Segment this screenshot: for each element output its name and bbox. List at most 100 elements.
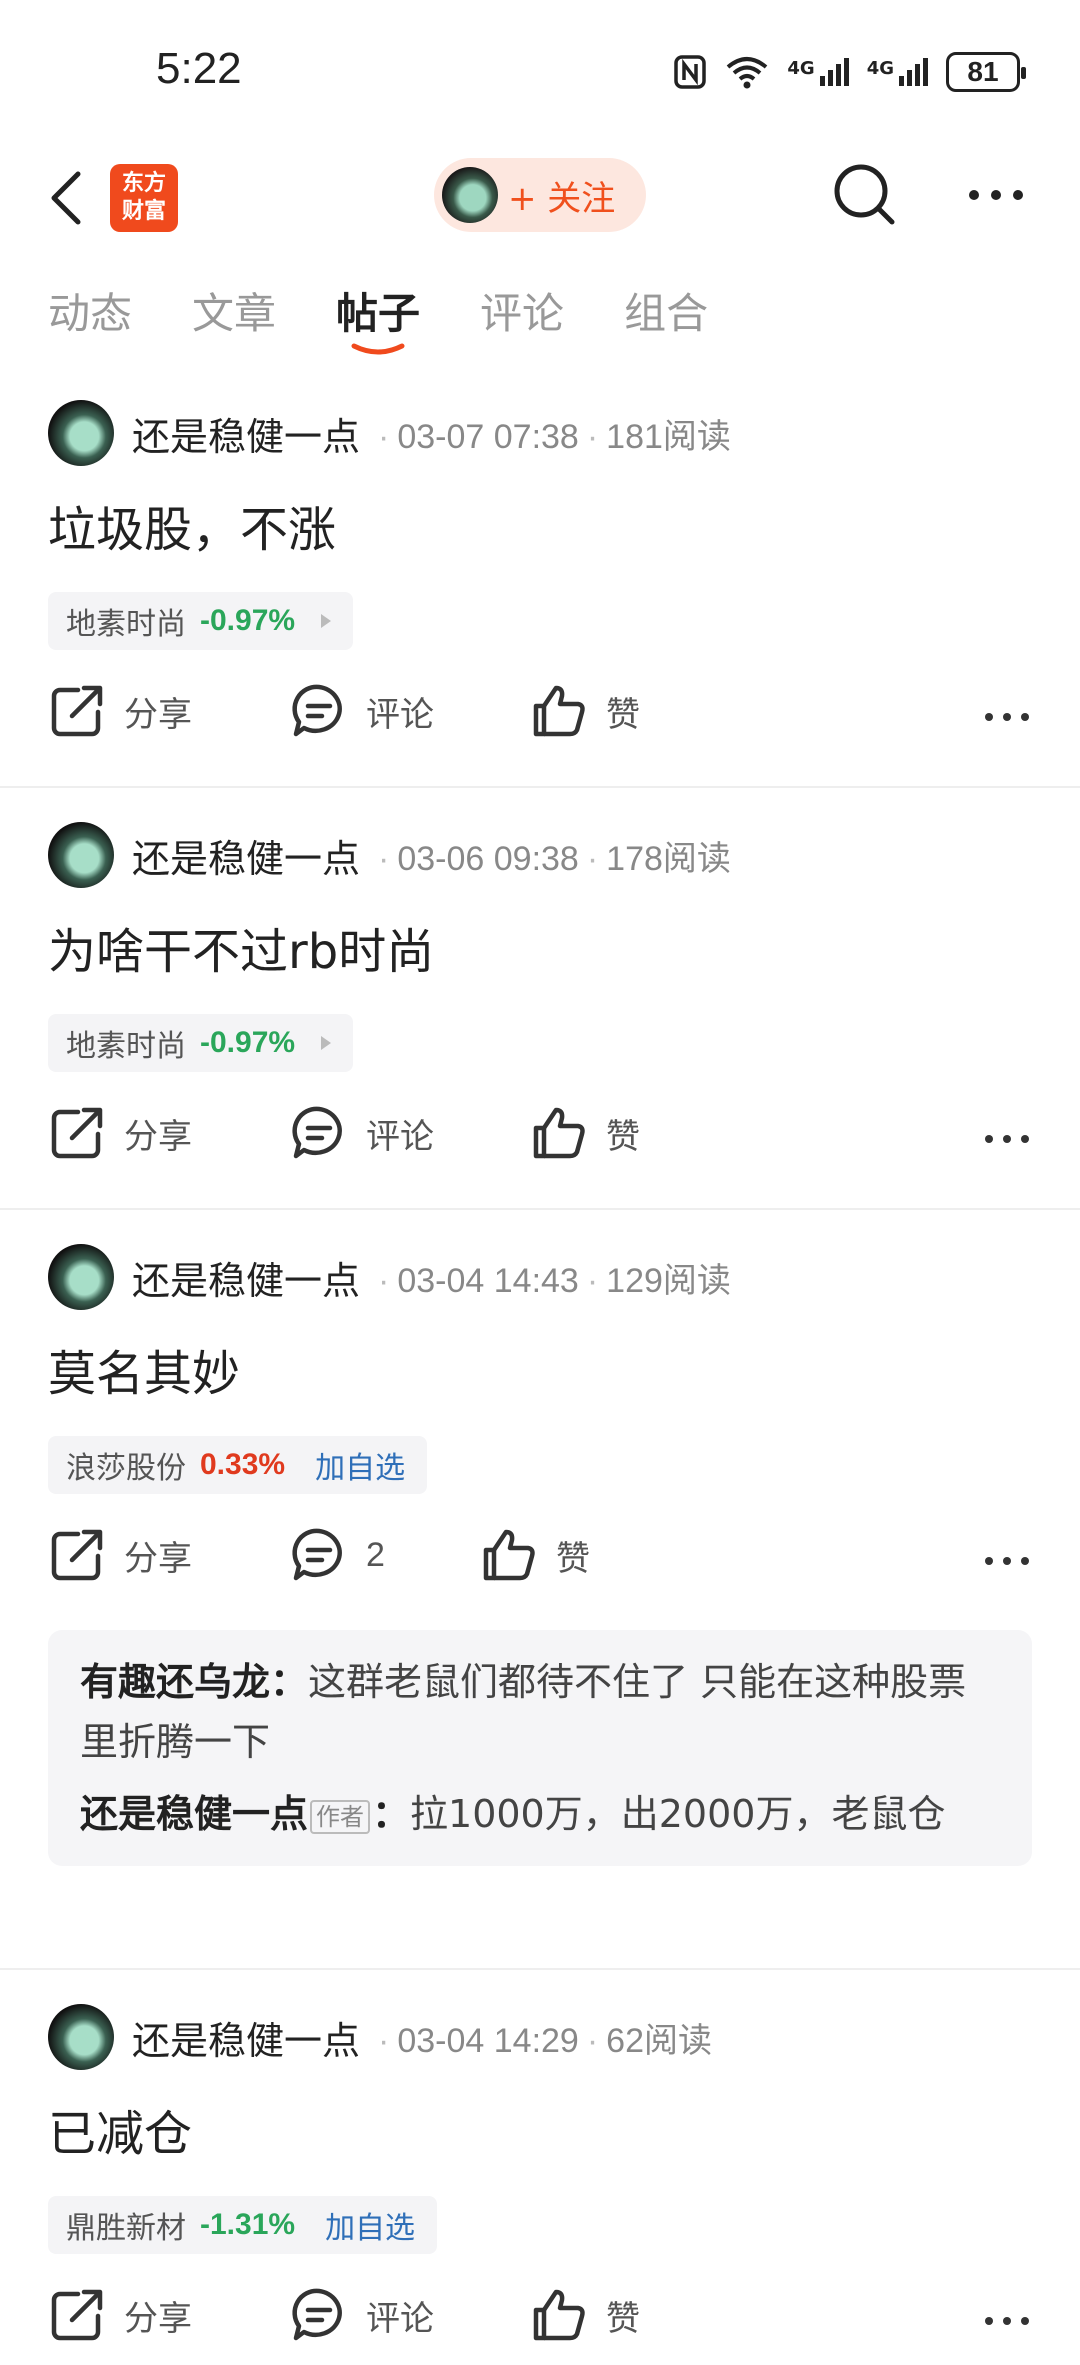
comment-label: 评论	[366, 2299, 434, 2338]
post-header: 还是稳健一点 · 03-07 07:38 · 181阅读	[48, 400, 731, 466]
more-icon[interactable]	[982, 2306, 1032, 2336]
stock-name: 地素时尚	[66, 607, 186, 642]
tab-articles[interactable]: 文章	[192, 280, 276, 360]
more-icon[interactable]	[982, 1124, 1032, 1154]
stock-change: -0.97%	[200, 1026, 296, 1059]
comment-button[interactable]: 评论	[290, 682, 434, 740]
share-button[interactable]: 分享	[48, 1526, 192, 1584]
stock-change: -0.97%	[200, 604, 296, 637]
app-logo[interactable]: 东方 财富	[110, 164, 178, 232]
comment-button[interactable]: 评论	[290, 1104, 434, 1162]
back-icon[interactable]	[44, 168, 88, 228]
tab-comments[interactable]: 评论	[480, 280, 564, 360]
post-actions: 分享 2 赞	[48, 1526, 1032, 1596]
post-card[interactable]: 还是稳健一点 · 03-07 07:38 · 181阅读 垃圾股，不涨 地素时尚 -0…	[0, 382, 1080, 788]
nfc-icon	[674, 55, 707, 89]
signal-1-icon: 4G	[787, 58, 849, 86]
tab-active-indicator	[351, 343, 405, 355]
post-title[interactable]: 垃圾股，不涨	[48, 490, 336, 560]
search-icon[interactable]	[830, 160, 900, 230]
comment-author[interactable]: 有趣还乌龙	[80, 1660, 270, 1704]
post-title[interactable]: 为啥干不过rb时尚	[48, 912, 434, 982]
post-reads: 178阅读	[606, 839, 731, 878]
stock-chip[interactable]: 地素时尚 -0.97%	[48, 592, 354, 650]
post-date: 03-04 14:29	[397, 2021, 579, 2060]
logo-line-1: 东方	[121, 171, 166, 196]
follow-label: + 关注	[508, 178, 616, 219]
share-icon	[51, 1107, 103, 1159]
comment-icon	[292, 684, 342, 737]
more-icon[interactable]	[982, 1546, 1032, 1576]
stock-name: 地素时尚	[66, 1029, 186, 1064]
avatar[interactable]	[48, 2004, 114, 2070]
like-label: 赞	[556, 1539, 590, 1578]
post-reads: 129阅读	[606, 1261, 731, 1300]
post-author[interactable]: 还是稳健一点	[132, 406, 360, 461]
post-card[interactable]: 还是稳健一点 · 03-06 09:38 · 178阅读 为啥干不过rb时尚 地素时尚…	[0, 788, 1080, 1210]
post-title[interactable]: 莫名其妙	[48, 1334, 240, 1404]
add-to-watchlist-button[interactable]: 加自选	[315, 1443, 405, 1487]
post-author[interactable]: 还是稳健一点	[132, 2010, 360, 2065]
post-card[interactable]: 还是稳健一点 · 03-04 14:43 · 129阅读 莫名其妙 浪莎股份 0.33…	[0, 1210, 1080, 1970]
comment-item: 有趣还乌龙：这群老鼠们都待不住了 只能在这种股票里折腾一下	[80, 1660, 967, 1764]
comment-text: 拉1000万，出2000万，老鼠仓	[410, 1792, 946, 1836]
comment-author[interactable]: 还是稳健一点	[80, 1792, 308, 1836]
wifi-icon	[727, 57, 768, 89]
like-button[interactable]: 赞	[530, 2286, 640, 2344]
share-button[interactable]: 分享	[48, 1104, 192, 1162]
comment-preview[interactable]: 有趣还乌龙：这群老鼠们都待不住了 只能在这种股票里折腾一下 还是稳健一点 作者 ：拉…	[48, 1630, 1032, 1866]
stock-chip[interactable]: 鼎胜新材 -1.31% 加自选	[48, 2196, 438, 2254]
comment-button[interactable]: 评论	[290, 2286, 434, 2344]
stock-name: 浪莎股份	[66, 1451, 186, 1486]
comment-item: 还是稳健一点 作者 ：拉1000万，出2000万，老鼠仓	[80, 1792, 946, 1836]
post-date: 03-06 09:38	[397, 839, 579, 878]
add-to-watchlist-button[interactable]: 加自选	[325, 2203, 415, 2247]
comment-icon	[292, 1106, 342, 1159]
like-button[interactable]: 赞	[530, 1104, 640, 1162]
stock-name: 鼎胜新材	[66, 2211, 186, 2246]
stock-chip[interactable]: 地素时尚 -0.97%	[48, 1014, 354, 1072]
comment-icon	[292, 2288, 342, 2341]
share-button[interactable]: 分享	[48, 2286, 192, 2344]
stock-chip[interactable]: 浪莎股份 0.33% 加自选	[48, 1436, 428, 1494]
logo-line-2: 财富	[121, 199, 166, 224]
like-button[interactable]: 赞	[480, 1526, 590, 1584]
post-author[interactable]: 还是稳健一点	[132, 1250, 360, 1305]
more-icon[interactable]	[964, 170, 1028, 220]
share-label: 分享	[124, 1117, 192, 1156]
post-title[interactable]: 已减仓	[48, 2094, 192, 2164]
thumbs-up-icon	[533, 1107, 585, 1159]
header: 东方 财富 + 关注	[0, 140, 1080, 250]
status-time: 5:22	[156, 44, 242, 93]
comment-button[interactable]: 2	[290, 1526, 385, 1584]
tab-updates[interactable]: 动态	[48, 280, 132, 360]
like-button[interactable]: 赞	[530, 682, 640, 740]
post-meta: · 03-06 09:38 · 178阅读	[378, 839, 731, 878]
chevron-right-icon	[321, 614, 332, 628]
post-reads: 181阅读	[606, 417, 731, 456]
share-icon	[51, 1529, 103, 1581]
like-label: 赞	[606, 1117, 640, 1156]
avatar[interactable]	[48, 400, 114, 466]
more-icon[interactable]	[982, 702, 1032, 732]
thumbs-up-icon	[533, 2289, 585, 2341]
like-label: 赞	[606, 695, 640, 734]
follow-button[interactable]: + 关注	[434, 158, 646, 232]
tab-portfolio[interactable]: 组合	[624, 280, 708, 360]
post-meta: · 03-04 14:43 · 129阅读	[378, 1261, 731, 1300]
battery-icon: 81	[946, 52, 1026, 92]
post-reads: 62阅读	[606, 2021, 712, 2060]
post-header: 还是稳健一点 · 03-04 14:29 · 62阅读	[48, 2004, 712, 2070]
profile-tabs: 动态 文章 帖子 评论 组合	[48, 280, 708, 360]
avatar[interactable]	[48, 1244, 114, 1310]
post-author[interactable]: 还是稳健一点	[132, 828, 360, 883]
comment-icon	[292, 1528, 342, 1581]
avatar[interactable]	[48, 822, 114, 888]
like-label: 赞	[606, 2299, 640, 2338]
signal-2-icon: 4G	[867, 58, 928, 86]
post-card[interactable]: 还是稳健一点 · 03-04 14:29 · 62阅读 已减仓 鼎胜新材 -1.31%…	[0, 1970, 1080, 2365]
tab-posts[interactable]: 帖子	[336, 280, 420, 360]
tab-posts-label: 帖子	[336, 289, 421, 338]
post-header: 还是稳健一点 · 03-06 09:38 · 178阅读	[48, 822, 731, 888]
share-button[interactable]: 分享	[48, 682, 192, 740]
